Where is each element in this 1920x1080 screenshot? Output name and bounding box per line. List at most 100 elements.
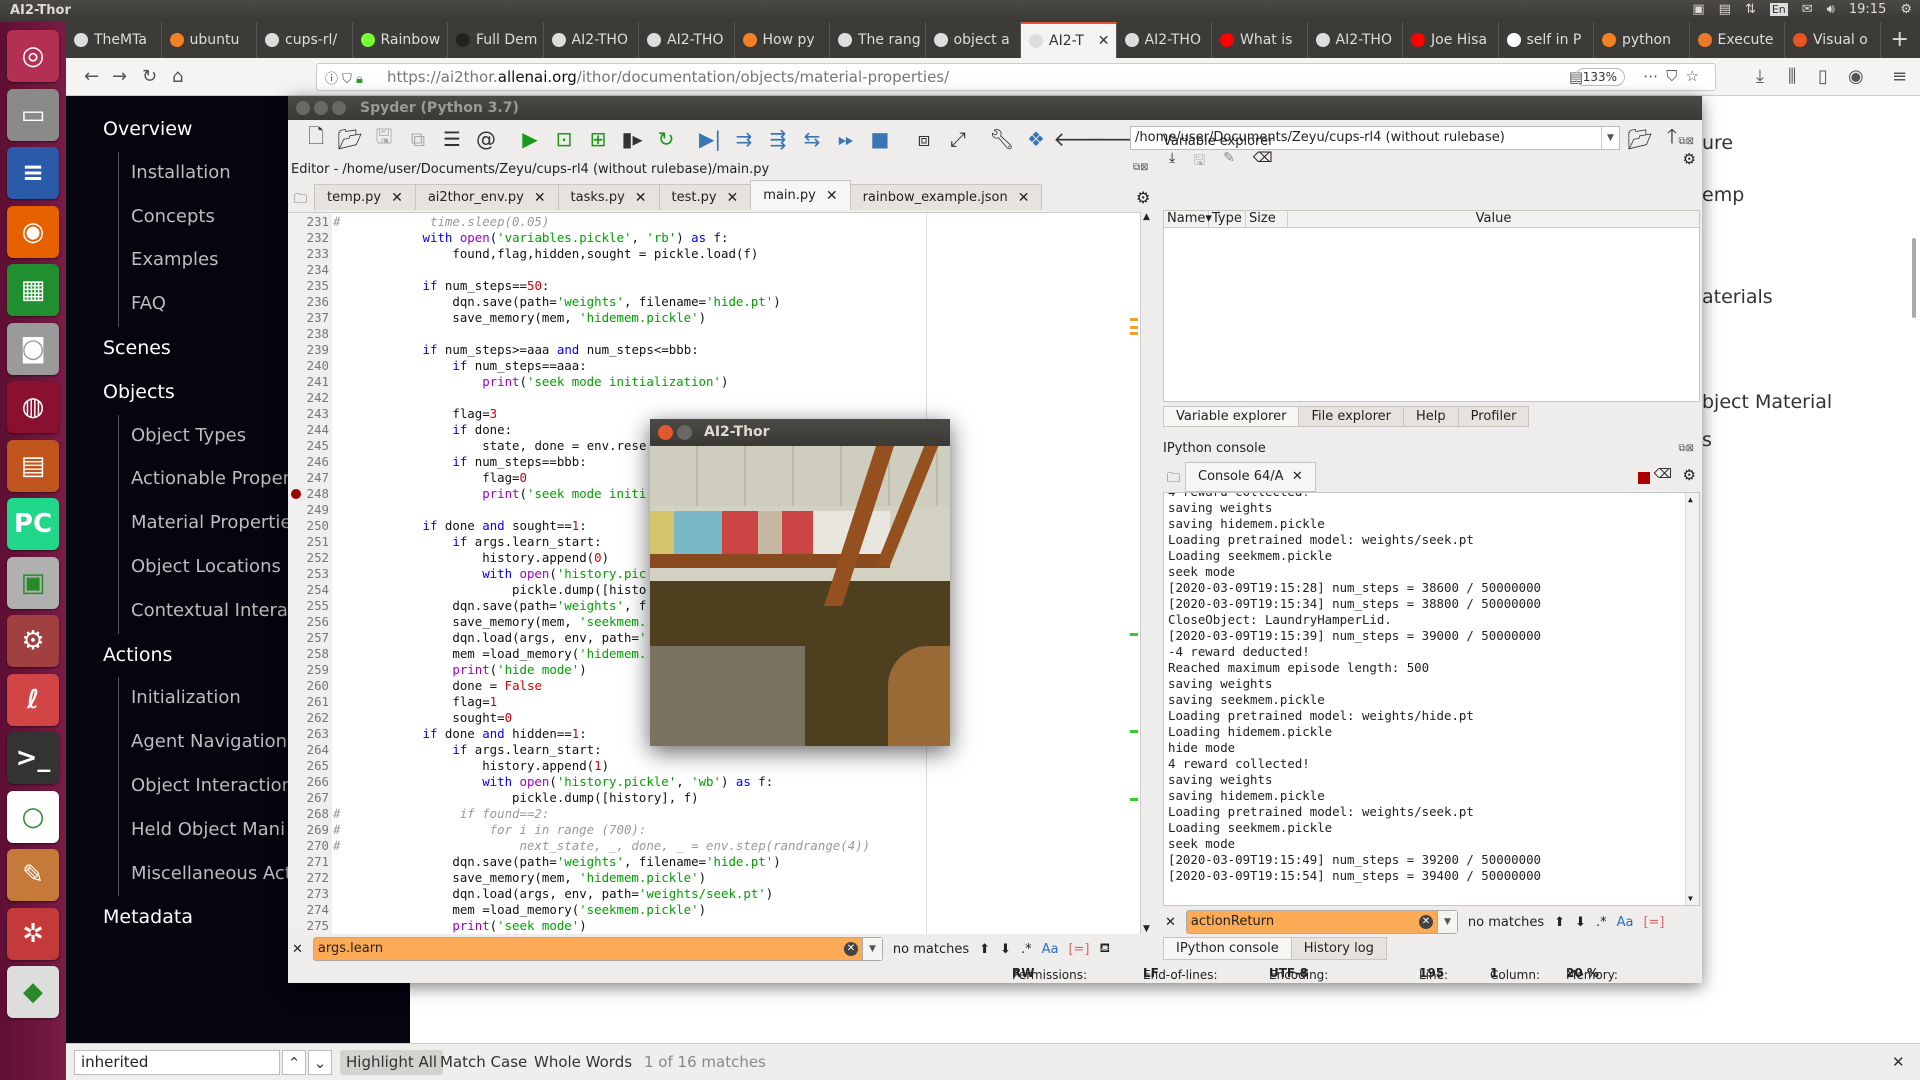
pane-tab[interactable]: Variable explorer: [1163, 406, 1300, 427]
docs-nav-item[interactable]: Initialization: [131, 687, 241, 708]
browser-tab[interactable]: ubuntu: [162, 22, 257, 58]
find-previous-icon[interactable]: ⬆: [1554, 915, 1565, 930]
network-icon[interactable]: ⇅: [1745, 2, 1756, 17]
indicator-icon[interactable]: ▣: [1692, 2, 1704, 17]
code-line[interactable]: 234: [288, 262, 1140, 278]
launcher-app-web-icon[interactable]: ✲: [7, 907, 59, 960]
zoom-level[interactable]: 133%: [1574, 68, 1625, 86]
code-line[interactable]: 240 if num_steps==aaa:: [288, 358, 1140, 374]
url-bar[interactable]: ⓘ ⛉ 🔒︎ https://ai2thor. allenai.org/ithor…: [316, 63, 1716, 91]
at-icon[interactable]: @: [472, 125, 500, 153]
stop-debug-icon[interactable]: ■: [866, 125, 894, 153]
pane-undock-close-icon[interactable]: ⧉⊠: [1678, 443, 1694, 454]
console-options-gear-icon[interactable]: ⚙: [1683, 466, 1696, 484]
console-bottom-tab[interactable]: IPython console: [1163, 937, 1292, 960]
highlight-icon[interactable]: ⛾: [1099, 941, 1110, 958]
editor-tab[interactable]: temp.py ✕: [314, 184, 416, 210]
run-selection-icon[interactable]: ▮▸: [618, 125, 646, 153]
launcher-terminal-icon[interactable]: >_: [7, 732, 59, 784]
run-icon[interactable]: ▶: [516, 125, 544, 153]
code-line[interactable]: 271 dqn.save(path='weights', filename='h…: [288, 854, 1140, 870]
highlight-all-button[interactable]: Highlight All: [340, 1050, 444, 1075]
docs-section-scenes[interactable]: Scenes: [103, 337, 171, 359]
whole-word-icon[interactable]: [=]: [1643, 915, 1664, 930]
find-previous-button[interactable]: ⌃: [282, 1050, 306, 1075]
code-line[interactable]: 275 print('seek mode'): [288, 918, 1140, 934]
close-tab-icon[interactable]: ✕: [1292, 469, 1303, 484]
browser-tab[interactable]: AI2-THO: [544, 22, 639, 58]
column-type[interactable]: Type: [1209, 211, 1246, 227]
new-file-icon[interactable]: 🗋: [302, 124, 330, 153]
step-into-icon[interactable]: ⇶: [764, 125, 792, 153]
column-size[interactable]: Size: [1246, 211, 1288, 227]
open-file-icon[interactable]: 📂︎: [336, 125, 364, 153]
save-all-icon[interactable]: ⧉: [404, 125, 432, 153]
close-tab-icon[interactable]: ✕: [826, 188, 838, 204]
code-line[interactable]: 238: [288, 326, 1140, 342]
docs-section-actions[interactable]: Actions: [103, 644, 172, 666]
console-bottom-tab[interactable]: History log: [1290, 937, 1387, 960]
rerun-icon[interactable]: ↻: [652, 125, 680, 153]
close-tab-icon[interactable]: ✕: [727, 190, 739, 206]
close-find-icon[interactable]: ✕: [292, 942, 303, 957]
find-next-button[interactable]: ⌄: [308, 1050, 332, 1075]
launcher-software-center-icon[interactable]: ▣: [7, 556, 59, 609]
browser-tab[interactable]: What is: [1212, 22, 1308, 58]
docs-nav-item[interactable]: Contextual Intera: [131, 600, 288, 621]
browser-tab[interactable]: AI2-THO: [639, 22, 735, 58]
python-path-icon[interactable]: ❖: [1022, 125, 1050, 153]
editor-tab[interactable]: rainbow_example.json ✕: [849, 184, 1043, 210]
step-icon[interactable]: ⇉: [730, 125, 758, 153]
outline-icon[interactable]: ☰: [438, 125, 466, 153]
ipython-console-output[interactable]: ▲ ▼ 4 reward collected!saving weightssav…: [1163, 492, 1700, 906]
launcher-libreoffice-calc-icon[interactable]: ▦: [7, 264, 59, 316]
chevron-down-icon[interactable]: ▼: [1436, 911, 1457, 933]
ai2thor-window[interactable]: AI2-Thor: [650, 419, 950, 746]
case-sensitive-icon[interactable]: Aa: [1617, 915, 1634, 930]
code-line[interactable]: 233 found,flag,hidden,sought = pickle.lo…: [288, 246, 1140, 262]
browser-tab[interactable]: python: [1594, 22, 1690, 58]
docs-nav-item[interactable]: Material Propertie: [131, 512, 291, 533]
console-tab[interactable]: Console 64/A ✕: [1185, 462, 1316, 492]
power-gear-icon[interactable]: ⚙: [1900, 2, 1912, 17]
run-cell-icon[interactable]: ⊡: [550, 125, 578, 153]
breakpoint-icon[interactable]: [291, 489, 301, 499]
browser-tab[interactable]: AI2-THO: [1308, 22, 1403, 58]
code-line[interactable]: 269 # for i in range (700):: [288, 822, 1140, 838]
docs-nav-item[interactable]: Held Object Mani: [131, 819, 285, 840]
account-icon[interactable]: ◉: [1848, 66, 1864, 87]
scroll-up-icon[interactable]: ▲: [1143, 212, 1150, 222]
close-find-bar-icon[interactable]: ✕: [1892, 1050, 1905, 1075]
code-line[interactable]: 237 save_memory(mem, 'hidemem.pickle'): [288, 310, 1140, 326]
regex-icon[interactable]: .*: [1021, 942, 1032, 957]
browser-tab[interactable]: Joe Hisa: [1403, 22, 1499, 58]
debug-icon[interactable]: ▶|: [696, 125, 724, 153]
docs-nav-item[interactable]: Object Types: [131, 425, 246, 446]
regex-icon[interactable]: .*: [1596, 915, 1607, 930]
clear-icon[interactable]: ✕: [843, 942, 858, 956]
code-line[interactable]: 239 if num_steps>=aaa and num_steps<=bbb…: [288, 342, 1140, 358]
interrupt-kernel-icon[interactable]: [1638, 472, 1650, 484]
code-line[interactable]: 268 # if found==2:: [288, 806, 1140, 822]
keyboard-layout[interactable]: En: [1769, 3, 1788, 16]
docs-nav-item[interactable]: Object Locations: [131, 556, 281, 577]
editor-tab[interactable]: tasks.py ✕: [557, 184, 660, 210]
editor-tab[interactable]: test.py ✕: [658, 184, 752, 210]
clock[interactable]: 19:15: [1849, 2, 1886, 17]
docs-nav-item[interactable]: Examples: [131, 249, 218, 270]
browser-tab[interactable]: AI2-THO: [1117, 22, 1212, 58]
pane-undock-close-icon[interactable]: ⧉⊠: [1133, 162, 1149, 173]
docs-nav-item[interactable]: FAQ: [131, 293, 166, 314]
browser-tab[interactable]: cups-rl/: [257, 22, 353, 58]
code-line[interactable]: 231 # time.sleep(0.05): [288, 214, 1140, 230]
pane-tab[interactable]: File explorer: [1298, 406, 1405, 427]
menu-icon[interactable]: ≡: [1892, 66, 1907, 87]
clipboard-icon[interactable]: ▤: [1719, 2, 1731, 17]
scroll-down-icon[interactable]: ▼: [1143, 924, 1150, 934]
reload-icon[interactable]: ↻: [142, 66, 157, 87]
code-line[interactable]: 267 pickle.dump([history], f): [288, 790, 1140, 806]
docs-section-objects[interactable]: Objects: [103, 381, 175, 403]
browser-tab[interactable]: object a: [926, 22, 1021, 58]
launcher-system-settings-icon[interactable]: ⚙: [7, 615, 59, 667]
import-data-icon[interactable]: ⤓: [1169, 150, 1175, 174]
